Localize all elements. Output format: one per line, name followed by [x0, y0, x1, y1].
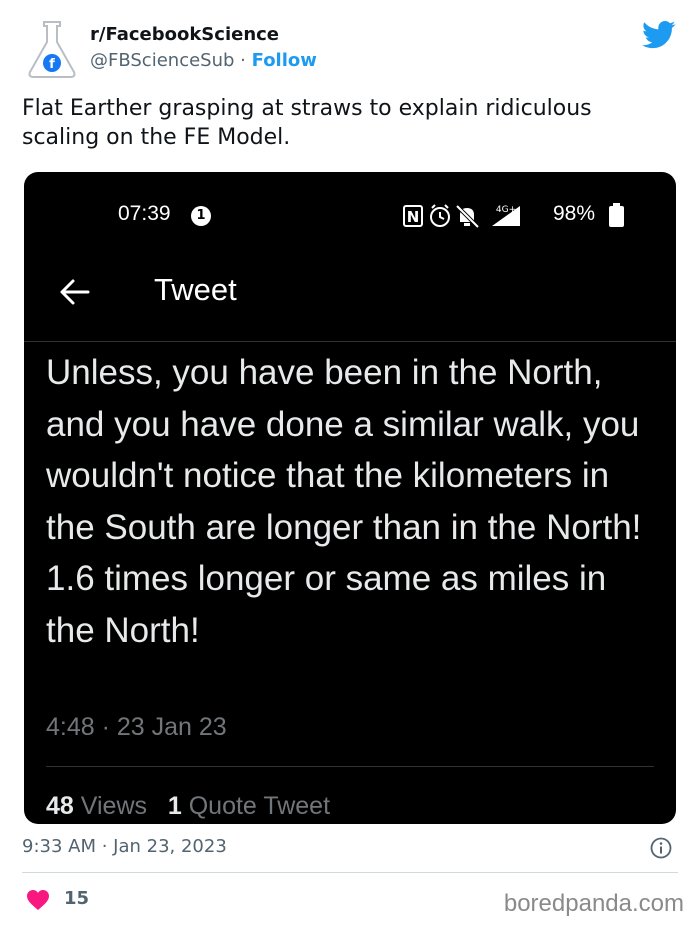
quotes-label[interactable]: Quote Tweet — [189, 792, 330, 820]
author-handle-line: @FBScienceSub · Follow — [90, 50, 317, 71]
divider — [22, 872, 678, 873]
views-count: 48 — [46, 792, 74, 820]
follow-link[interactable]: Follow — [252, 50, 317, 71]
bell-off-icon — [455, 204, 480, 229]
quoted-tweet-text: Unless, you have been in the North, and … — [46, 353, 642, 650]
tweet-stats: 48 Views 1 Quote Tweet — [46, 792, 330, 821]
heart-icon[interactable] — [26, 889, 50, 911]
tweet-header: f r/FacebookScience @FBScienceSub · Foll… — [22, 18, 682, 88]
screen-title: Tweet — [154, 272, 237, 307]
notification-badge: 1 — [191, 206, 211, 226]
battery-icon — [609, 203, 624, 227]
battery-percent: 98% — [553, 202, 596, 225]
quoted-tweet-date: 4:48 · 23 Jan 23 — [46, 713, 227, 741]
svg-text:f: f — [49, 57, 55, 72]
separator-dot: · — [240, 50, 246, 71]
quotes-count: 1 — [167, 792, 182, 820]
views-label: Views — [80, 792, 148, 820]
twitter-bird-icon[interactable] — [642, 20, 676, 50]
status-time: 07:39 — [118, 202, 171, 225]
tweet-timestamp[interactable]: 9:33 AM · Jan 23, 2023 — [22, 836, 227, 857]
embedded-screenshot: 07:39 1 N 4G+ 98% Tweet Unless, you have… — [24, 172, 676, 824]
flask-avatar-icon[interactable]: f — [22, 18, 82, 80]
status-icons: N 4G+ — [403, 204, 520, 229]
watermark: boredpanda.com — [503, 890, 684, 917]
tweet-text: Flat Earther grasping at straws to expla… — [22, 96, 592, 150]
back-arrow-icon[interactable] — [58, 277, 92, 307]
divider — [46, 766, 654, 767]
like-count: 15 — [64, 888, 90, 909]
author-name[interactable]: r/FacebookScience — [90, 24, 279, 45]
alarm-icon — [430, 204, 450, 227]
nfc-icon: N — [403, 205, 423, 227]
divider — [24, 341, 676, 342]
author-handle[interactable]: @FBScienceSub — [90, 50, 234, 71]
svg-text:N: N — [407, 208, 420, 226]
info-icon[interactable] — [650, 837, 672, 859]
